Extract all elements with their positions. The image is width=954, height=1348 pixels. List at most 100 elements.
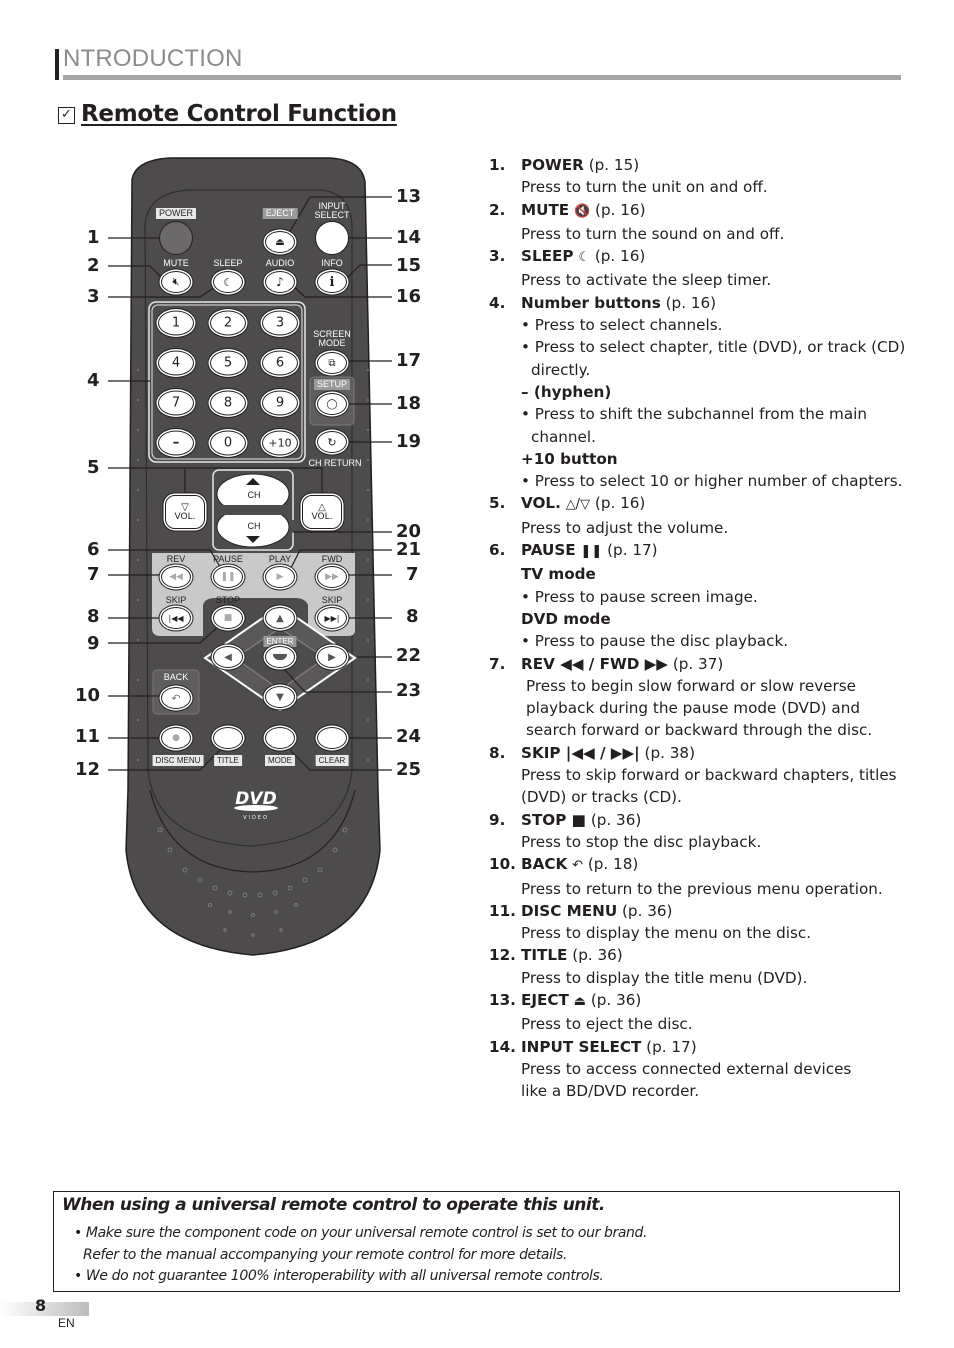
number-key[interactable]: 3 <box>262 310 298 336</box>
skip-back-button[interactable]: |◀◀ <box>161 607 191 629</box>
mute-button[interactable]: 🔇︎ <box>161 271 191 293</box>
ch-return-button[interactable]: ↻ <box>317 431 347 453</box>
sleep-moon-icon: ☾ <box>223 275 233 289</box>
number-key[interactable]: 7 <box>158 390 194 416</box>
label-audio: AUDIO <box>265 258 295 268</box>
rev-button[interactable]: ◀◀ <box>161 566 191 588</box>
callout-number: 15 <box>396 255 422 276</box>
function-name: EJECT <box>521 990 569 1009</box>
function-heading: Number buttons (p. 16) <box>521 294 716 312</box>
skip-fwd-button[interactable]: ▶▶| <box>317 607 347 629</box>
back-button[interactable]: ↶ <box>161 687 191 709</box>
function-item: 14. INPUT SELECT (p. 17) Press to access c… <box>489 1036 909 1103</box>
label-info: INFO <box>321 258 343 268</box>
number-key[interactable]: 2 <box>210 310 246 336</box>
callout-number: 14 <box>396 227 422 248</box>
number-key[interactable]: 1 <box>158 310 194 336</box>
number-key[interactable]: 4 <box>158 350 194 376</box>
setup-button[interactable]: ◯ <box>317 393 347 415</box>
number-key[interactable]: 0 <box>210 430 246 456</box>
eject-button[interactable]: ⏏ <box>265 231 295 253</box>
vol-up-button[interactable]: △ VOL. <box>302 495 342 529</box>
label-ch-return: CH RETURN <box>308 458 362 468</box>
number-key[interactable]: 9 <box>262 390 298 416</box>
function-name: TITLE <box>521 946 568 965</box>
stop-icon: ■ <box>223 613 233 623</box>
function-item: 3. SLEEP ☾ (p. 16) Press to activate the s… <box>489 245 909 292</box>
title-button[interactable] <box>213 727 243 749</box>
function-number: 4. <box>489 293 506 312</box>
enter-button[interactable] <box>265 646 295 668</box>
skip-back-icon: |◀◀ <box>168 613 184 623</box>
function-page-ref: (p. 17) <box>646 1037 697 1056</box>
sleep-button[interactable]: ☾ <box>213 271 243 293</box>
label-sleep: SLEEP <box>213 258 243 268</box>
function-item: 1. POWER (p. 15) Press to turn the unit on… <box>489 154 909 199</box>
function-heading: BACK ↶ (p. 18) <box>521 855 638 873</box>
note-line: • We do not guarantee 100% interoperabil… <box>74 1268 604 1284</box>
function-item: 10. BACK ↶ (p. 18) Press to return to the … <box>489 853 909 900</box>
number-key[interactable]: 5 <box>210 350 246 376</box>
fast-forward-icon: ▶▶ <box>325 572 339 582</box>
audio-button[interactable]: ♪ <box>265 271 295 293</box>
callout-number: 25 <box>396 759 422 780</box>
arrow-left-icon: ◀ <box>224 651 232 663</box>
function-description: • Press to pause screen image. <box>521 587 758 606</box>
nav-right-button[interactable]: ▶ <box>317 646 347 668</box>
plus-ten-key[interactable]: +10 <box>262 430 298 456</box>
callout-number: 21 <box>396 539 422 560</box>
stop-button[interactable]: ■ <box>213 607 243 629</box>
nav-left-button[interactable]: ◀ <box>213 646 243 668</box>
function-description: • Press to select channels. <box>521 316 723 335</box>
function-name: REV ◀◀ / FWD ▶▶ <box>521 654 668 673</box>
nav-up-button[interactable]: ▲ <box>265 607 295 629</box>
enter-icon <box>273 654 287 660</box>
mode-button[interactable] <box>265 727 295 749</box>
number-key[interactable]: 8 <box>210 390 246 416</box>
function-description: Press to return to the previous menu ope… <box>521 879 883 898</box>
function-heading: INPUT SELECT (p. 17) <box>521 1038 697 1056</box>
clear-button[interactable] <box>317 727 347 749</box>
function-symbol-icon: ❚❚ <box>580 544 603 560</box>
function-description: • Press to select 10 or higher number of… <box>521 472 903 491</box>
play-button[interactable]: ▶ <box>265 566 295 588</box>
pause-button[interactable]: ❚❚ <box>213 566 243 588</box>
label-select: SELECT <box>314 210 350 220</box>
function-item: 6. PAUSE ❚❚ (p. 17) TV mode • Press to paus… <box>489 539 909 652</box>
function-page-ref: (p. 36) <box>622 901 673 920</box>
function-page-ref: (p. 16) <box>594 494 646 513</box>
function-number: 7. <box>489 654 506 673</box>
function-number: 13. <box>489 990 516 1009</box>
info-button[interactable]: i <box>317 271 347 293</box>
vol-down-button[interactable]: ▽ VOL. <box>165 495 205 529</box>
function-name: DISC MENU <box>521 901 618 920</box>
number-key[interactable]: 6 <box>262 350 298 376</box>
function-symbol-icon: 🔇 <box>574 203 591 219</box>
pause-icon: ❚❚ <box>220 572 236 582</box>
vol-up-icon: △ <box>318 501 326 513</box>
function-heading: STOP ■ (p. 36) <box>521 811 641 829</box>
function-page-ref: (p. 17) <box>607 541 658 560</box>
input-select-button[interactable] <box>315 221 349 255</box>
function-item: 7. REV ◀◀ / FWD ▶▶ (p. 37) Press to begin … <box>489 653 909 742</box>
hyphen-key[interactable]: – <box>158 430 194 456</box>
page-number: 8 <box>35 1296 47 1315</box>
label-title: TITLE <box>214 755 242 766</box>
function-description: Press to turn the unit on and off. <box>521 178 768 197</box>
label-ch-up: CH <box>247 490 261 500</box>
function-name: BACK <box>521 855 568 874</box>
label-skip-back: SKIP <box>165 595 187 605</box>
disc-menu-button[interactable]: ● <box>161 727 191 749</box>
function-description: playback during the pause mode (DVD) and <box>526 699 860 718</box>
function-description: • Press to pause the disc playback. <box>521 632 789 651</box>
callout-number: 5 <box>87 457 100 478</box>
callout-number: 10 <box>75 685 101 706</box>
function-number: 10. <box>489 855 516 874</box>
power-button[interactable] <box>159 221 193 255</box>
screen-mode-button[interactable]: ⧉ <box>317 352 347 374</box>
nav-down-button[interactable]: ▼ <box>265 686 295 708</box>
fwd-button[interactable]: ▶▶ <box>317 566 347 588</box>
function-description: • Press to select chapter, title (DVD), … <box>521 338 906 379</box>
function-number: 8. <box>489 743 506 762</box>
label-stop: STOP <box>215 595 241 605</box>
